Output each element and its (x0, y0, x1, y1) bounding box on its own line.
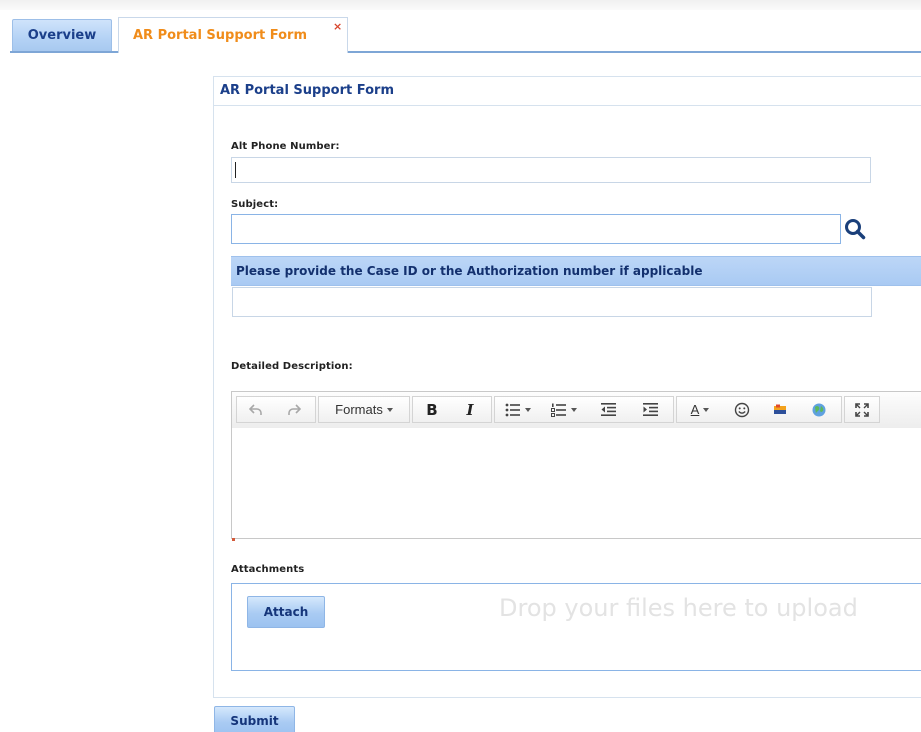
formats-dropdown[interactable]: Formats (319, 397, 409, 422)
formats-dropdown-label: Formats (335, 402, 383, 417)
case-id-section-label: Please provide the Case ID or the Author… (236, 264, 703, 278)
text-cursor (235, 162, 236, 178)
app-page: Overview AR Portal Support Form × AR Por… (0, 0, 921, 732)
undo-icon (249, 403, 262, 415)
panel-title: AR Portal Support Form (220, 83, 394, 98)
outdent-button[interactable] (587, 397, 629, 422)
insert-image-button[interactable] (761, 397, 799, 422)
bold-label: B (426, 400, 438, 419)
alt-phone-label: Alt Phone Number: (231, 141, 340, 152)
tab-ar-portal-support-form[interactable]: AR Portal Support Form × (118, 17, 348, 53)
chevron-down-icon (571, 407, 577, 412)
submit-button[interactable]: Submit (214, 706, 295, 732)
rich-text-editor: Formats B I A (231, 391, 921, 541)
insert-group: A (676, 396, 842, 423)
image-icon (774, 404, 786, 414)
history-group (236, 396, 316, 423)
attach-button[interactable]: Attach (247, 596, 325, 628)
chevron-down-icon (386, 407, 393, 412)
detailed-description-label: Detailed Description: (231, 361, 353, 372)
font-color-button[interactable]: A (677, 397, 723, 422)
editor-toolbar: Formats B I A (232, 392, 921, 429)
chevron-down-icon (703, 407, 710, 412)
tab-overview-label: Overview (27, 28, 97, 43)
subject-search-button[interactable] (841, 214, 869, 244)
view-group (844, 396, 880, 423)
redo-button[interactable] (275, 397, 313, 422)
formats-group: Formats (318, 396, 410, 423)
insert-link-button[interactable] (799, 397, 839, 422)
globe-link-icon (812, 403, 826, 416)
search-icon (845, 219, 866, 240)
numbered-list-icon (551, 403, 566, 417)
undo-button[interactable] (237, 397, 275, 422)
numbered-list-button[interactable] (541, 397, 587, 422)
emoticon-button[interactable] (723, 397, 761, 422)
tab-bar: Overview AR Portal Support Form × (0, 17, 921, 54)
panel-header: AR Portal Support Form (214, 77, 921, 106)
outdent-icon (600, 403, 616, 416)
tab-close-icon[interactable]: × (333, 20, 342, 33)
list-indent-group (494, 396, 674, 423)
chevron-down-icon (525, 407, 531, 412)
emoticon-icon (734, 402, 750, 417)
italic-button[interactable]: I (451, 397, 489, 422)
font-color-label: A (690, 402, 700, 417)
bullet-list-button[interactable] (495, 397, 541, 422)
editor-resize-handle[interactable] (232, 538, 235, 541)
indent-button[interactable] (629, 397, 671, 422)
alt-phone-input[interactable] (231, 157, 871, 183)
subject-label: Subject: (231, 199, 279, 210)
indent-icon (642, 403, 658, 416)
italic-label: I (466, 400, 474, 419)
text-style-group: B I (412, 396, 492, 423)
bold-button[interactable]: B (413, 397, 451, 422)
fullscreen-icon (855, 402, 869, 417)
fullscreen-button[interactable] (845, 397, 879, 422)
subject-input[interactable] (231, 214, 841, 244)
redo-icon (288, 403, 301, 415)
bullet-list-icon (505, 403, 520, 416)
top-strip (0, 0, 921, 10)
description-editor-body[interactable] (232, 428, 921, 538)
attachments-label: Attachments (231, 564, 305, 575)
tab-active-label: AR Portal Support Form (133, 28, 307, 43)
case-id-input[interactable] (232, 287, 872, 317)
tab-overview[interactable]: Overview (12, 19, 112, 51)
support-form-panel: AR Portal Support Form Alt Phone Number:… (213, 76, 921, 698)
case-id-section-bar: Please provide the Case ID or the Author… (231, 256, 921, 286)
dropzone-hint: Drop your files here to upload (499, 594, 858, 622)
attachment-dropzone[interactable]: Attach Drop your files here to upload (231, 583, 921, 671)
